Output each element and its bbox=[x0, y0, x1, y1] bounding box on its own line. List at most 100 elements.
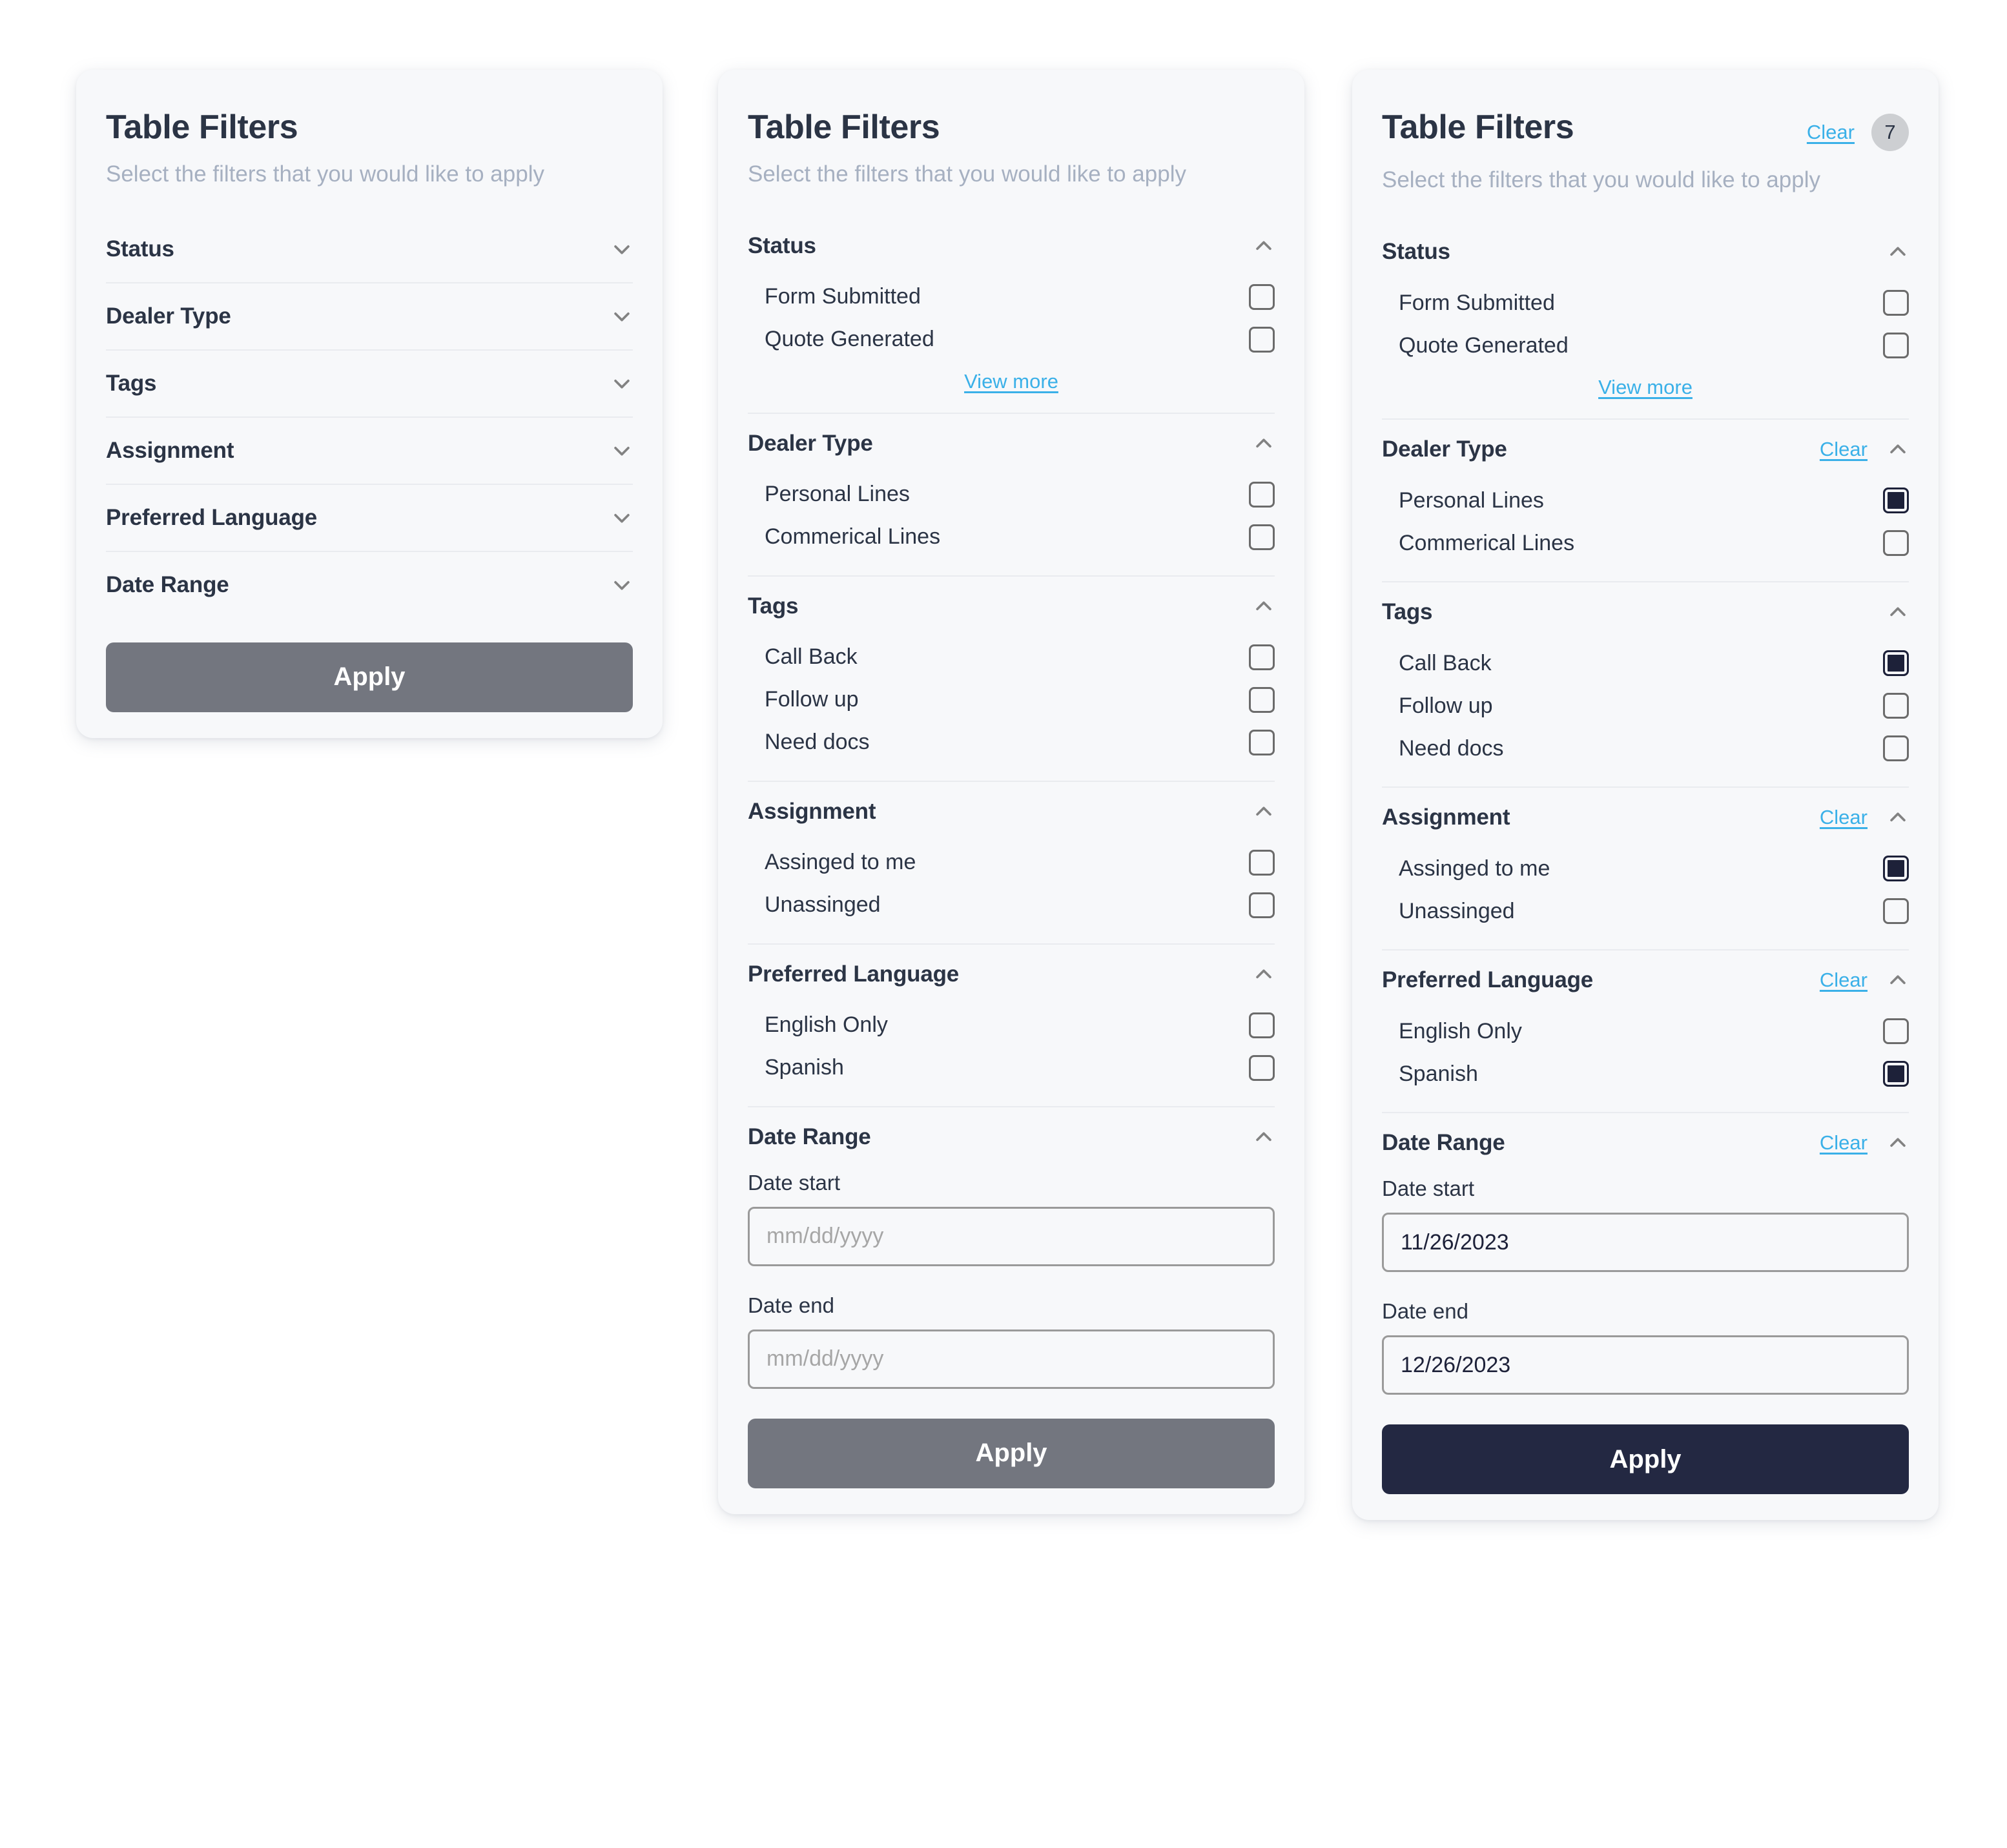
filter-option-checkbox[interactable] bbox=[1249, 644, 1275, 670]
apply-button[interactable]: Apply bbox=[1382, 1424, 1909, 1494]
filter-option-checkbox[interactable] bbox=[1883, 693, 1909, 719]
filter-option-checkbox[interactable] bbox=[1883, 735, 1909, 761]
date-range-body: Date start mm/dd/yyyy Date end mm/dd/yyyy bbox=[748, 1167, 1275, 1408]
filter-section-header-tags[interactable]: Tags bbox=[1382, 582, 1909, 642]
chevron-up-icon[interactable] bbox=[1887, 241, 1909, 263]
section-clear-link[interactable]: Clear bbox=[1820, 1131, 1868, 1155]
filter-option-checkbox[interactable] bbox=[1883, 488, 1909, 513]
filter-section-header-status[interactable]: Status bbox=[106, 216, 633, 282]
filter-option-row[interactable]: Personal Lines bbox=[748, 473, 1275, 516]
filter-section-header-assignment[interactable]: Assignment bbox=[106, 418, 633, 484]
filter-option-row[interactable]: Need docs bbox=[1382, 727, 1909, 770]
filter-option-row[interactable]: Form Submitted bbox=[1382, 282, 1909, 324]
filter-option-row[interactable]: Personal Lines bbox=[1382, 479, 1909, 522]
filter-option-row[interactable]: Call Back bbox=[748, 636, 1275, 679]
filter-option-checkbox[interactable] bbox=[1883, 856, 1909, 881]
filter-option-row[interactable]: Commerical Lines bbox=[1382, 522, 1909, 564]
filter-option-row[interactable]: Unassinged bbox=[748, 884, 1275, 927]
filter-option-checkbox[interactable] bbox=[1249, 524, 1275, 550]
filter-option-checkbox[interactable] bbox=[1883, 1061, 1909, 1087]
chevron-up-icon[interactable] bbox=[1253, 595, 1275, 617]
filter-option-label: English Only bbox=[765, 1012, 888, 1038]
filter-section-header-status[interactable]: Status bbox=[748, 216, 1275, 276]
chevron-up-icon[interactable] bbox=[1253, 963, 1275, 985]
chevron-down-icon[interactable] bbox=[611, 238, 633, 260]
chevron-down-icon[interactable] bbox=[611, 305, 633, 327]
filter-option-list: Call Back Follow up Need docs bbox=[1382, 642, 1909, 786]
filter-section-header-preferred-language[interactable]: Preferred Language Clear bbox=[1382, 950, 1909, 1010]
filter-option-row[interactable]: Need docs bbox=[748, 721, 1275, 764]
filter-section-header-dealer-type[interactable]: Dealer Type bbox=[106, 283, 633, 349]
filter-option-row[interactable]: Unassinged bbox=[1382, 890, 1909, 932]
filter-option-checkbox[interactable] bbox=[1249, 892, 1275, 918]
filter-option-checkbox[interactable] bbox=[1249, 283, 1275, 310]
filter-section-header-preferred-language[interactable]: Preferred Language bbox=[106, 485, 633, 551]
filter-option-checkbox[interactable] bbox=[1883, 650, 1909, 676]
chevron-up-icon[interactable] bbox=[1253, 1126, 1275, 1148]
view-more-link[interactable]: View more bbox=[964, 370, 1058, 393]
filter-section-header-assignment[interactable]: Assignment Clear bbox=[1382, 788, 1909, 847]
filter-section-header-assignment[interactable]: Assignment bbox=[748, 782, 1275, 841]
filter-option-row[interactable]: Form Submitted bbox=[748, 276, 1275, 318]
filter-option-checkbox[interactable] bbox=[1249, 849, 1275, 876]
apply-button[interactable]: Apply bbox=[106, 642, 633, 712]
filter-option-checkbox[interactable] bbox=[1249, 1054, 1275, 1081]
chevron-up-icon[interactable] bbox=[1887, 969, 1909, 991]
filter-section: Status bbox=[106, 216, 633, 283]
section-clear-link[interactable]: Clear bbox=[1820, 969, 1868, 992]
filter-option-checkbox[interactable] bbox=[1883, 290, 1909, 316]
date-end-field: Date end mm/dd/yyyy bbox=[748, 1289, 1275, 1389]
chevron-down-icon[interactable] bbox=[611, 373, 633, 395]
filter-option-checkbox[interactable] bbox=[1249, 1012, 1275, 1038]
filter-option-row[interactable]: Commerical Lines bbox=[748, 516, 1275, 559]
filter-option-row[interactable]: Quote Generated bbox=[1382, 324, 1909, 367]
filter-section-header-tags[interactable]: Tags bbox=[106, 351, 633, 416]
filter-option-row[interactable]: Quote Generated bbox=[748, 318, 1275, 361]
filter-option-row[interactable]: Spanish bbox=[748, 1047, 1275, 1089]
chevron-up-icon[interactable] bbox=[1887, 438, 1909, 460]
filter-option-checkbox[interactable] bbox=[1883, 898, 1909, 924]
filter-section-header-date-range[interactable]: Date Range bbox=[106, 552, 633, 618]
filter-option-row[interactable]: Assinged to me bbox=[748, 841, 1275, 884]
filter-option-row[interactable]: Follow up bbox=[748, 679, 1275, 721]
section-clear-link[interactable]: Clear bbox=[1820, 438, 1868, 461]
chevron-up-icon[interactable] bbox=[1253, 433, 1275, 455]
filter-section-header-date-range[interactable]: Date Range Clear bbox=[1382, 1113, 1909, 1173]
view-more-link[interactable]: View more bbox=[1598, 376, 1693, 399]
filter-option-label: Follow up bbox=[1399, 693, 1493, 718]
filter-section-header-dealer-type[interactable]: Dealer Type bbox=[748, 414, 1275, 473]
filter-option-row[interactable]: Call Back bbox=[1382, 642, 1909, 684]
filter-section-header-date-range[interactable]: Date Range bbox=[748, 1107, 1275, 1167]
filter-option-checkbox[interactable] bbox=[1883, 333, 1909, 358]
filter-option-row[interactable]: English Only bbox=[748, 1004, 1275, 1047]
filter-section-header-preferred-language[interactable]: Preferred Language bbox=[748, 945, 1275, 1004]
filter-option-checkbox[interactable] bbox=[1883, 1018, 1909, 1044]
filter-option-row[interactable]: Assinged to me bbox=[1382, 847, 1909, 890]
filter-option-checkbox[interactable] bbox=[1249, 481, 1275, 508]
clear-all-link[interactable]: Clear bbox=[1807, 121, 1855, 144]
filter-section-header-tags[interactable]: Tags bbox=[748, 577, 1275, 636]
chevron-up-icon[interactable] bbox=[1253, 235, 1275, 257]
filter-option-checkbox[interactable] bbox=[1249, 729, 1275, 755]
chevron-up-icon[interactable] bbox=[1887, 601, 1909, 623]
apply-button[interactable]: Apply bbox=[748, 1418, 1275, 1488]
date-end-input[interactable]: 12/26/2023 bbox=[1382, 1335, 1909, 1395]
date-end-input[interactable]: mm/dd/yyyy bbox=[748, 1329, 1275, 1389]
date-start-input[interactable]: mm/dd/yyyy bbox=[748, 1206, 1275, 1266]
filter-section-header-dealer-type[interactable]: Dealer Type Clear bbox=[1382, 420, 1909, 479]
chevron-down-icon[interactable] bbox=[611, 574, 633, 596]
filter-option-checkbox[interactable] bbox=[1883, 530, 1909, 556]
filter-section-header-status[interactable]: Status bbox=[1382, 222, 1909, 282]
filter-option-checkbox[interactable] bbox=[1249, 326, 1275, 353]
filter-option-row[interactable]: English Only bbox=[1382, 1010, 1909, 1052]
filter-option-row[interactable]: Spanish bbox=[1382, 1052, 1909, 1095]
chevron-down-icon[interactable] bbox=[611, 507, 633, 529]
date-start-input[interactable]: 11/26/2023 bbox=[1382, 1213, 1909, 1272]
filter-option-row[interactable]: Follow up bbox=[1382, 684, 1909, 727]
chevron-up-icon[interactable] bbox=[1887, 1132, 1909, 1154]
chevron-down-icon[interactable] bbox=[611, 440, 633, 462]
filter-option-checkbox[interactable] bbox=[1249, 686, 1275, 713]
chevron-up-icon[interactable] bbox=[1887, 806, 1909, 828]
chevron-up-icon[interactable] bbox=[1253, 801, 1275, 823]
section-clear-link[interactable]: Clear bbox=[1820, 806, 1868, 829]
